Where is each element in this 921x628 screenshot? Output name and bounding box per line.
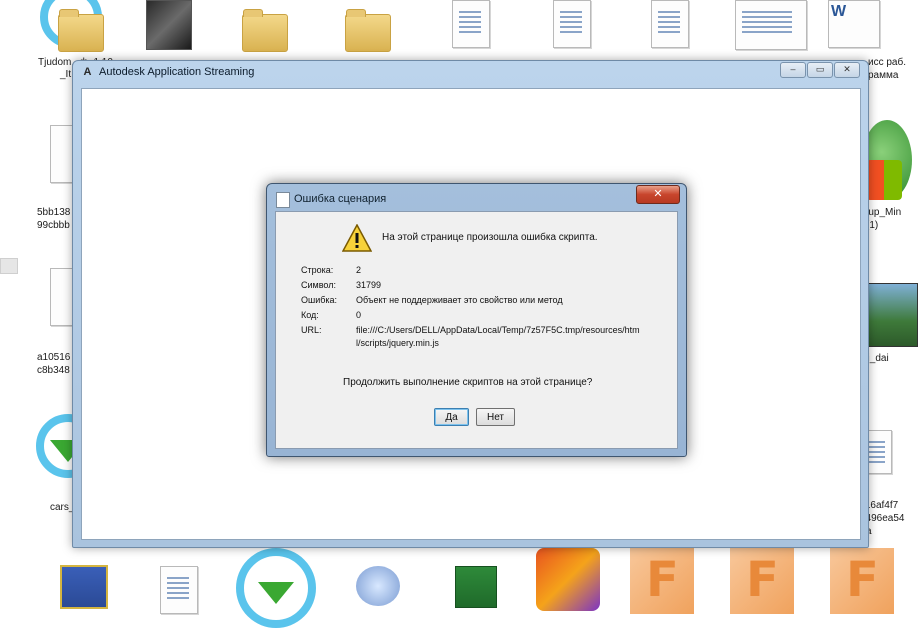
line-value: 2 <box>356 265 362 275</box>
desktop-label: 99cbbb <box>37 220 70 231</box>
fusion-app-icon[interactable]: F <box>830 548 894 614</box>
app-window-icon[interactable] <box>60 565 108 609</box>
autodesk-logo-icon: A <box>83 66 92 78</box>
dialog-title: Ошибка сценария <box>294 193 387 205</box>
desktop-label: 5bb138 <box>37 207 71 218</box>
windows-shield-icon <box>866 160 902 200</box>
pdf-document-icon[interactable] <box>735 0 807 50</box>
desktop-label: a10516 <box>37 352 71 363</box>
error-heading: На этой странице произошла ошибка скрипт… <box>382 232 598 243</box>
video-thumbnail-icon[interactable] <box>146 0 192 50</box>
folder-icon[interactable] <box>242 9 288 52</box>
desktop-label: _It <box>60 69 72 80</box>
document-icon[interactable] <box>452 0 490 48</box>
page-icon <box>276 192 290 208</box>
script-error-dialog: Ошибка сценария ✕ На этой странице произ… <box>266 183 687 457</box>
maximize-button[interactable]: ▭ <box>807 62 833 78</box>
desktop-label: рамма <box>868 70 899 81</box>
scroll-tab <box>0 258 18 274</box>
continue-question: Продолжить выполнение скриптов на этой с… <box>343 377 593 388</box>
document-icon[interactable] <box>553 0 591 48</box>
line-label: Строка: <box>301 265 334 275</box>
window-controls: – ▭ ✕ <box>780 62 860 78</box>
dialog-body: На этой странице произошла ошибка скрипт… <box>275 211 678 449</box>
minimize-button[interactable]: – <box>780 62 806 78</box>
code-label: Код: <box>301 310 319 320</box>
desktop-label: cars_ <box>50 502 75 513</box>
close-button[interactable]: ✕ <box>834 62 860 78</box>
fusion-app-icon[interactable]: F <box>730 548 794 614</box>
installer-icon[interactable] <box>356 566 400 606</box>
char-label: Символ: <box>301 280 336 290</box>
char-value: 31799 <box>356 280 382 290</box>
word-document-icon[interactable]: W <box>828 0 880 48</box>
desktop-label: исс раб. <box>868 57 906 68</box>
warning-icon <box>341 223 373 257</box>
dialog-close-button[interactable]: ✕ <box>636 185 680 204</box>
folder-icon[interactable] <box>58 9 104 52</box>
no-button[interactable]: Нет <box>476 408 515 426</box>
url-label: URL: <box>301 325 322 335</box>
error-label: Ошибка: <box>301 295 338 305</box>
document-icon[interactable] <box>651 0 689 48</box>
package-icon[interactable] <box>455 566 497 608</box>
code-value: 0 <box>356 310 362 320</box>
error-value: Объект не поддерживает это свойство или … <box>356 295 563 305</box>
desktop-label: c8b348 <box>37 365 70 376</box>
url-value: file:///C:/Users/DELL/AppData/Local/Temp… <box>356 325 640 348</box>
window-title: Autodesk Application Streaming <box>99 66 255 78</box>
fusion-app-icon[interactable]: F <box>630 548 694 614</box>
folder-icon[interactable] <box>345 9 391 52</box>
download-shortcut-icon[interactable] <box>236 548 316 628</box>
firefox-icon[interactable] <box>536 548 600 611</box>
yes-button[interactable]: Да <box>434 408 469 426</box>
document-icon[interactable] <box>160 566 198 614</box>
